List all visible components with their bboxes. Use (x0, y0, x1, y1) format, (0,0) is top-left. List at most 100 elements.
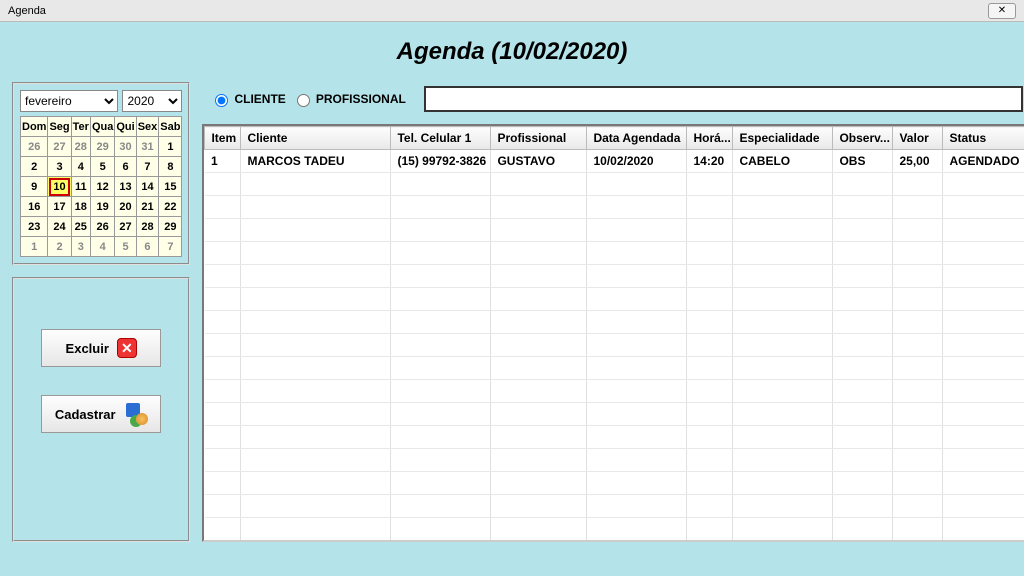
calendar-day[interactable]: 17 (48, 197, 71, 217)
table-row[interactable] (205, 334, 1024, 357)
calendar-day[interactable]: 26 (21, 137, 48, 157)
table-row[interactable] (205, 380, 1024, 403)
table-row[interactable] (205, 426, 1024, 449)
table-row[interactable] (205, 311, 1024, 334)
grid-cell (893, 380, 943, 403)
grid-cell (587, 242, 687, 265)
calendar-day[interactable]: 5 (90, 157, 114, 177)
calendar-day[interactable]: 4 (90, 237, 114, 257)
calendar-day[interactable]: 10 (48, 177, 71, 197)
grid-column-header[interactable]: Item (205, 127, 241, 150)
calendar-day[interactable]: 8 (159, 157, 182, 177)
calendar-day[interactable]: 19 (90, 197, 114, 217)
table-row[interactable] (205, 472, 1024, 495)
calendar-day[interactable]: 29 (90, 137, 114, 157)
radio-profissional[interactable]: PROFISSIONAL (292, 91, 406, 107)
search-input[interactable] (424, 86, 1024, 112)
calendar-day[interactable]: 6 (136, 237, 159, 257)
grid-column-header[interactable]: Cliente (241, 127, 391, 150)
calendar-day[interactable]: 27 (115, 217, 136, 237)
appointments-grid[interactable]: ItemClienteTel. Celular 1ProfissionalDat… (202, 124, 1024, 542)
calendar-day[interactable]: 24 (48, 217, 71, 237)
calendar-day[interactable]: 21 (136, 197, 159, 217)
calendar-day[interactable]: 25 (71, 217, 90, 237)
table-row[interactable] (205, 196, 1024, 219)
calendar-day[interactable]: 28 (136, 217, 159, 237)
table-row[interactable] (205, 518, 1024, 541)
grid-column-header[interactable]: Horá... (687, 127, 733, 150)
grid-cell (205, 311, 241, 334)
calendar-day[interactable]: 26 (90, 217, 114, 237)
grid-cell (491, 380, 587, 403)
calendar-day[interactable]: 1 (159, 137, 182, 157)
window-close-button[interactable]: ✕ (988, 3, 1016, 19)
calendar-day[interactable]: 12 (90, 177, 114, 197)
table-row[interactable] (205, 173, 1024, 196)
table-row[interactable] (205, 449, 1024, 472)
grid-cell: OBS (833, 150, 893, 173)
grid-column-header[interactable]: Especialidade (733, 127, 833, 150)
grid-cell (833, 449, 893, 472)
calendar-day[interactable]: 18 (71, 197, 90, 217)
calendar-day[interactable]: 30 (115, 137, 136, 157)
table-row[interactable] (205, 357, 1024, 380)
calendar-day[interactable]: 2 (21, 157, 48, 177)
grid-cell (733, 449, 833, 472)
grid-column-header[interactable]: Profissional (491, 127, 587, 150)
calendar-day[interactable]: 27 (48, 137, 71, 157)
grid-cell (893, 311, 943, 334)
grid-cell (205, 265, 241, 288)
grid-cell (833, 426, 893, 449)
grid-column-header[interactable]: Valor (893, 127, 943, 150)
calendar-day[interactable]: 3 (48, 157, 71, 177)
table-row[interactable] (205, 495, 1024, 518)
calendar-day[interactable]: 6 (115, 157, 136, 177)
calendar-day[interactable]: 15 (159, 177, 182, 197)
table-row[interactable]: 1MARCOS TADEU(15) 99792-3826GUSTAVO10/02… (205, 150, 1024, 173)
calendar-day[interactable]: 31 (136, 137, 159, 157)
delete-button[interactable]: Excluir ✕ (41, 329, 161, 367)
grid-cell (893, 449, 943, 472)
grid-cell (241, 449, 391, 472)
table-row[interactable] (205, 265, 1024, 288)
grid-cell (833, 219, 893, 242)
table-row[interactable] (205, 242, 1024, 265)
calendar-day[interactable]: 29 (159, 217, 182, 237)
calendar-day[interactable]: 7 (136, 157, 159, 177)
calendar-day[interactable]: 16 (21, 197, 48, 217)
calendar-day[interactable]: 9 (21, 177, 48, 197)
calendar-day[interactable]: 7 (159, 237, 182, 257)
grid-cell (491, 265, 587, 288)
month-select[interactable]: fevereiro (20, 90, 118, 112)
grid-column-header[interactable]: Data Agendada (587, 127, 687, 150)
calendar-day[interactable]: 13 (115, 177, 136, 197)
radio-cliente[interactable]: CLIENTE (210, 91, 285, 107)
table-row[interactable] (205, 403, 1024, 426)
table-row[interactable] (205, 288, 1024, 311)
radio-cliente-input[interactable] (215, 94, 228, 107)
calendar-dow: Sex (136, 117, 159, 137)
calendar-day[interactable]: 2 (48, 237, 71, 257)
grid-column-header[interactable]: Tel. Celular 1 (391, 127, 491, 150)
calendar-day[interactable]: 20 (115, 197, 136, 217)
radio-profissional-input[interactable] (297, 94, 310, 107)
calendar-day[interactable]: 4 (71, 157, 90, 177)
table-row[interactable] (205, 219, 1024, 242)
calendar-day[interactable]: 22 (159, 197, 182, 217)
calendar-day[interactable]: 11 (71, 177, 90, 197)
grid-column-header[interactable]: Status (943, 127, 1024, 150)
grid-cell: 10/02/2020 (587, 150, 687, 173)
calendar-day[interactable]: 14 (136, 177, 159, 197)
calendar-day[interactable]: 3 (71, 237, 90, 257)
calendar-day[interactable]: 28 (71, 137, 90, 157)
calendar-day[interactable]: 23 (21, 217, 48, 237)
grid-column-header[interactable]: Observ... (833, 127, 893, 150)
grid-cell (391, 196, 491, 219)
calendar-day[interactable]: 1 (21, 237, 48, 257)
grid-cell (687, 518, 733, 541)
year-select[interactable]: 2020 (122, 90, 182, 112)
grid-cell (391, 403, 491, 426)
create-button[interactable]: Cadastrar (41, 395, 161, 433)
grid-cell (205, 380, 241, 403)
calendar-day[interactable]: 5 (115, 237, 136, 257)
